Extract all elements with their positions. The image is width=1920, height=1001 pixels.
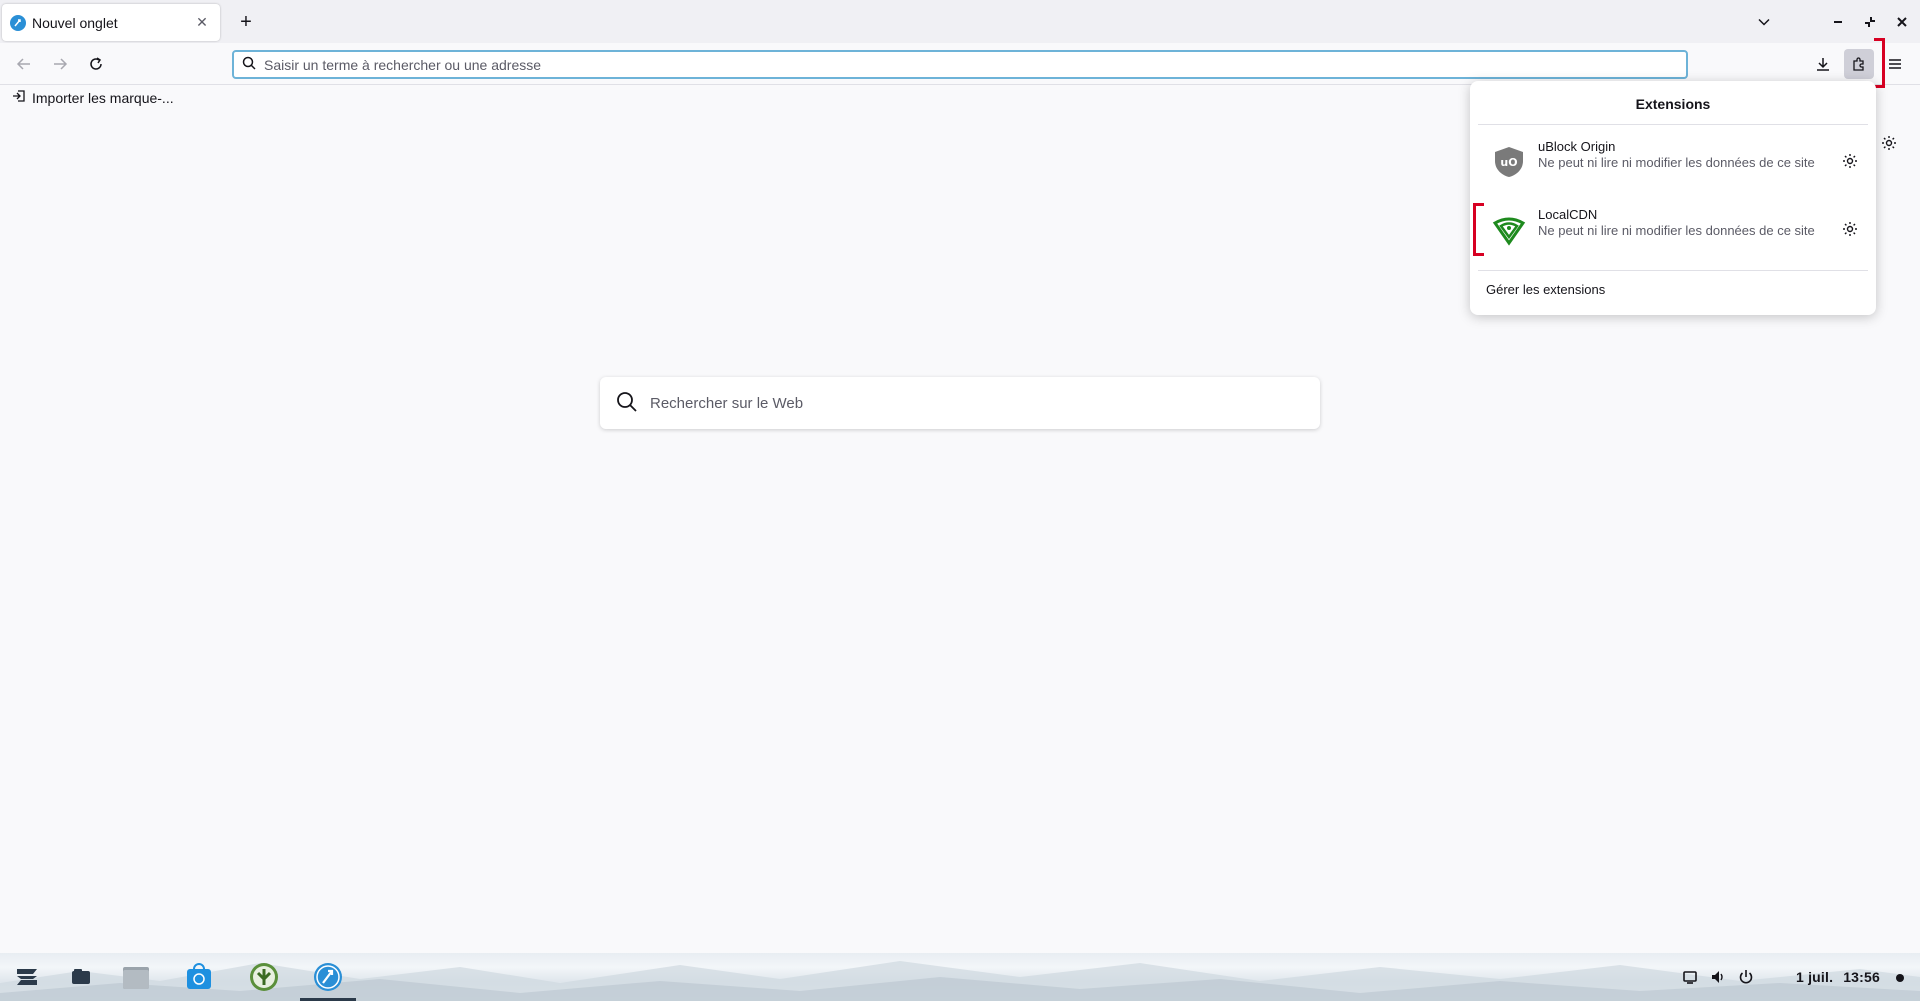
tab-title: Nouvel onglet (32, 14, 118, 31)
extension-name: LocalCDN (1538, 207, 1598, 222)
power-icon[interactable] (1736, 967, 1756, 987)
highlight-bracket-toolbar (1882, 38, 1885, 88)
extension-name: uBlock Origin (1538, 139, 1616, 154)
manage-extensions-link[interactable]: Gérer les extensions (1486, 282, 1605, 297)
extensions-panel-title: Extensions (1635, 96, 1711, 112)
tab-strip: Nouvel onglet ✕ + (0, 0, 1920, 43)
url-input[interactable] (264, 56, 1686, 73)
divider (1478, 124, 1868, 125)
svg-text:uO: uO (1500, 156, 1517, 169)
screen-icon[interactable] (1680, 967, 1700, 987)
import-icon (12, 89, 26, 106)
download-icon[interactable] (1808, 49, 1838, 79)
browser-favicon-icon (10, 14, 26, 31)
taskbar: 1 juil. 13:56 (0, 953, 1920, 1001)
search-icon (616, 391, 638, 416)
highlight-bracket-localcdn-bottom (1473, 253, 1484, 256)
forward-arrow-icon[interactable] (45, 49, 75, 79)
clock[interactable]: 1 juil. 13:56 (1796, 969, 1880, 985)
ublock-origin-icon: uO (1492, 145, 1526, 179)
localcdn-icon (1492, 213, 1526, 247)
tab-new-tab[interactable]: Nouvel onglet ✕ (2, 4, 220, 41)
url-bar[interactable] (232, 50, 1688, 79)
librewolf-browser-icon[interactable] (312, 961, 344, 993)
extension-description: Ne peut ni lire ni modifier les données … (1538, 155, 1815, 170)
extension-item-ublock-origin[interactable]: uO uBlock Origin Ne peut ni lire ni modi… (1478, 131, 1868, 193)
wallpaper-mountains (0, 961, 1920, 1001)
newtab-settings-gear-icon[interactable] (1878, 132, 1900, 154)
back-arrow-icon[interactable] (9, 49, 39, 79)
chevron-down-icon[interactable] (1752, 10, 1776, 34)
app-green-icon[interactable] (248, 961, 280, 993)
clock-date: 1 juil. (1796, 969, 1834, 985)
close-tab-icon[interactable]: ✕ (192, 13, 212, 33)
import-bookmarks-label: Importer les marque-... (32, 89, 174, 106)
highlight-bracket-localcdn-top (1473, 203, 1484, 206)
highlight-bracket-toolbar-top (1874, 38, 1885, 41)
software-store-icon[interactable] (183, 961, 215, 993)
files-folder-icon[interactable] (120, 961, 152, 993)
notification-dot-icon[interactable] (1896, 974, 1904, 982)
clock-time: 13:56 (1843, 969, 1880, 985)
web-search-box[interactable] (600, 377, 1320, 429)
highlight-bracket-localcdn (1473, 203, 1476, 256)
navigation-toolbar (0, 43, 1920, 85)
web-search-input[interactable] (650, 394, 1320, 412)
zorin-menu-icon[interactable] (11, 961, 43, 993)
gear-icon[interactable] (1838, 217, 1862, 241)
import-bookmarks-button[interactable]: Importer les marque-... (12, 89, 174, 106)
extension-item-localcdn[interactable]: LocalCDN Ne peut ni lire ni modifier les… (1478, 199, 1868, 261)
minimize-icon[interactable] (1826, 10, 1850, 34)
extensions-puzzle-icon[interactable] (1844, 49, 1874, 79)
volume-icon[interactable] (1708, 967, 1728, 987)
close-window-icon[interactable] (1890, 10, 1914, 34)
extensions-panel: Extensions uO uBlock Origin Ne peut ni l… (1470, 81, 1876, 315)
search-icon (242, 56, 256, 73)
divider (1478, 270, 1868, 271)
gear-icon[interactable] (1838, 149, 1862, 173)
reload-icon[interactable] (81, 49, 111, 79)
new-tab-button[interactable]: + (234, 10, 258, 34)
restore-icon[interactable] (1858, 10, 1882, 34)
extension-description: Ne peut ni lire ni modifier les données … (1538, 223, 1815, 238)
show-desktop-icon[interactable] (65, 961, 97, 993)
